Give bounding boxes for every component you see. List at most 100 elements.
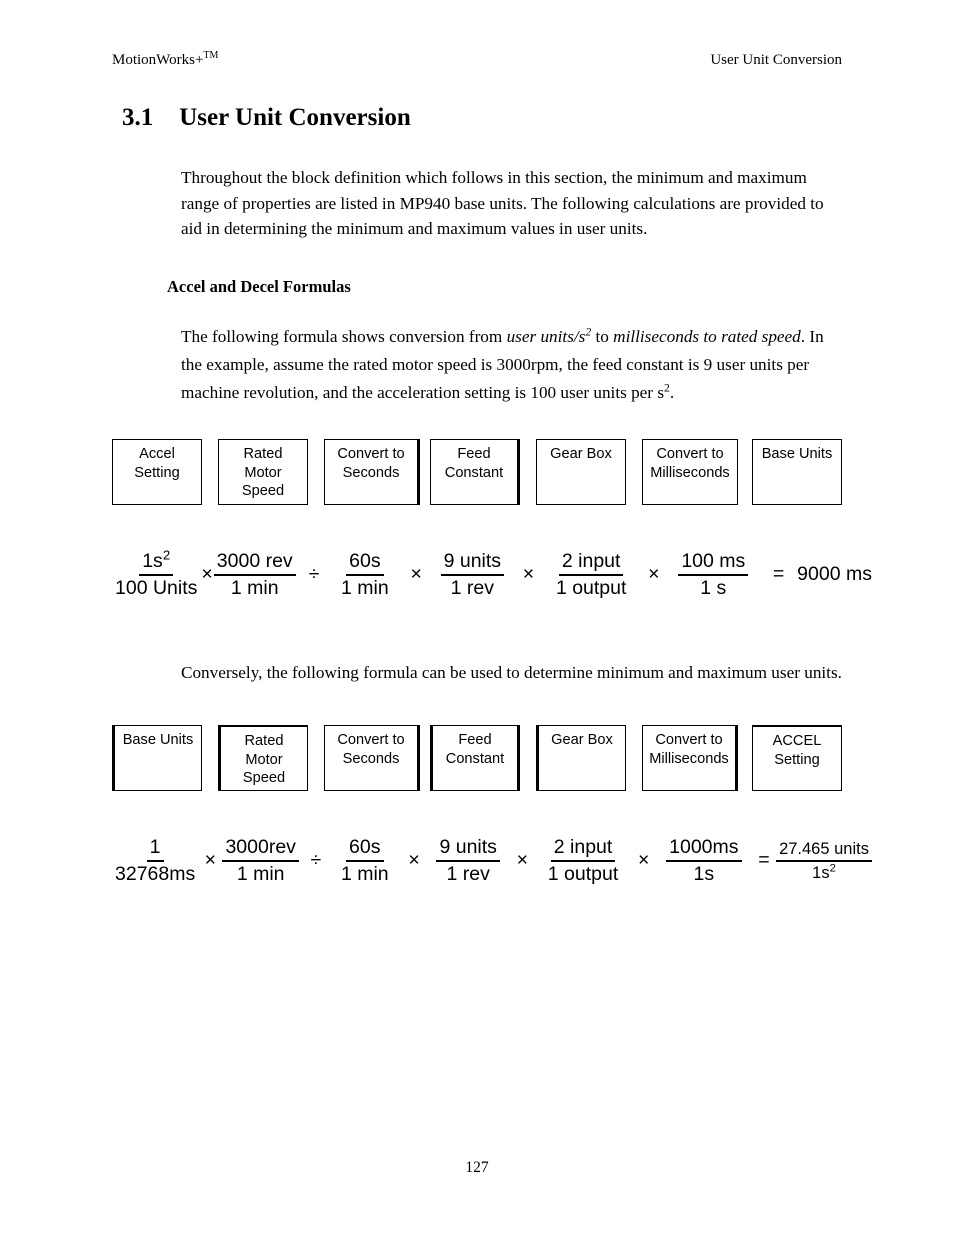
box-line: Setting bbox=[774, 751, 820, 768]
denominator-text: 1s bbox=[812, 864, 830, 882]
diagram-box-rated-motor-speed: Rated Motor Speed bbox=[218, 725, 308, 791]
box-line: Convert to bbox=[655, 732, 723, 748]
fraction-denominator: 1 min bbox=[341, 577, 389, 599]
diagram-box-gear-box: Gear Box bbox=[536, 439, 626, 505]
fraction-denominator: 1 output bbox=[547, 863, 619, 885]
box-line: Milliseconds bbox=[649, 750, 729, 767]
box-line: Motor bbox=[245, 751, 283, 768]
box-line: Speed bbox=[241, 483, 285, 499]
desc-italic-user-units: user units/s bbox=[506, 327, 586, 346]
fraction-convert-to-seconds: 60s 1 min bbox=[338, 836, 392, 886]
denominator-exponent: 2 bbox=[829, 862, 836, 875]
box-line: Seconds bbox=[342, 464, 400, 481]
box-line: Constant bbox=[445, 750, 505, 767]
fraction-numerator: 2 input bbox=[558, 550, 624, 576]
fraction-numerator: 2 input bbox=[550, 836, 616, 862]
diagram-box-rated-motor-speed: Rated Motor Speed bbox=[218, 439, 308, 505]
box-line: Convert to bbox=[337, 732, 405, 748]
box-line: Feed bbox=[457, 446, 491, 462]
diagram-box-base-units: Base Units bbox=[112, 725, 202, 791]
fraction-denominator: 1 rev bbox=[446, 863, 490, 885]
fraction-denominator: 1 rev bbox=[450, 577, 494, 599]
box-line: Speed bbox=[242, 770, 286, 786]
base-units-to-accel-diagram: Base Units Rated Motor Speed Convert to … bbox=[112, 725, 842, 793]
fraction-numerator: 3000rev bbox=[222, 836, 299, 862]
diagram-box-convert-to-milliseconds: Convert to Milliseconds bbox=[642, 725, 738, 791]
box-line: Base Units bbox=[122, 732, 194, 748]
box-line: Base Units bbox=[761, 446, 833, 462]
operator-multiply-2: × bbox=[410, 563, 422, 586]
desc-part-2: to bbox=[591, 327, 614, 346]
header-right-title: User Unit Conversion bbox=[710, 52, 842, 68]
diagram-box-feed-constant: Feed Constant bbox=[430, 725, 520, 791]
fraction-denominator: 1 min bbox=[340, 863, 389, 885]
diagram-box-accel-setting: ACCEL Setting bbox=[752, 725, 842, 791]
fraction-numerator: 60s bbox=[346, 836, 384, 862]
fraction-denominator: 1s bbox=[693, 863, 715, 885]
box-line: Accel bbox=[139, 446, 175, 462]
fraction-numerator: 9 units bbox=[440, 550, 505, 576]
fraction-rated-motor-speed: 3000rev 1 min bbox=[222, 836, 299, 886]
fraction-denominator: 1 min bbox=[236, 863, 285, 885]
diagram-box-feed-constant: Feed Constant bbox=[430, 439, 520, 505]
fraction-numerator: 100 ms bbox=[678, 550, 749, 576]
equals-sign: = bbox=[758, 849, 770, 872]
operator-multiply-1: × bbox=[201, 563, 213, 586]
fraction-numerator: 9 units bbox=[436, 836, 500, 862]
fraction-rated-motor-speed: 3000 rev 1 min bbox=[213, 550, 296, 600]
operator-divide: ÷ bbox=[310, 849, 322, 872]
box-line: Feed bbox=[458, 732, 492, 748]
operator-multiply-2: × bbox=[408, 849, 420, 872]
header-product-name: MotionWorks+ bbox=[112, 52, 204, 68]
fraction-denominator: 1s2 bbox=[809, 862, 839, 883]
accel-decel-formulas-heading: Accel and Decel Formulas bbox=[167, 277, 351, 296]
fraction-numerator: 1000ms bbox=[666, 836, 742, 862]
diagram-box-convert-to-seconds: Convert to Seconds bbox=[324, 725, 420, 791]
fraction-denominator: 1 output bbox=[555, 577, 627, 599]
operator-multiply-4: × bbox=[638, 849, 650, 872]
base-units-to-user-units-formula: 1 32768ms × 3000rev 1 min ÷ 60s 1 min × … bbox=[112, 830, 872, 892]
fraction-gear-box: 2 input 1 output bbox=[553, 550, 629, 600]
conversely-paragraph: Conversely, the following formula can be… bbox=[181, 663, 842, 682]
desc-italic-milliseconds: milliseconds to rated speed bbox=[613, 327, 801, 346]
accel-to-milliseconds-formula: 1s2 100 Units × 3000 rev 1 min ÷ 60s 1 m… bbox=[112, 545, 872, 605]
box-line: Gear Box bbox=[550, 446, 612, 462]
fraction-convert-to-milliseconds: 100 ms 1 s bbox=[678, 550, 749, 600]
trademark-symbol: TM bbox=[203, 50, 219, 61]
page-number: 127 bbox=[465, 1159, 489, 1176]
box-line: Convert to bbox=[337, 446, 405, 462]
desc-part-1: The following formula shows conversion f… bbox=[181, 327, 507, 346]
fraction-numerator: 3000 rev bbox=[213, 550, 296, 576]
box-line: Convert to bbox=[656, 446, 724, 462]
box-line: Rated bbox=[244, 733, 284, 749]
desc-part-4: . bbox=[669, 383, 675, 402]
diagram-box-accel-setting: Accel Setting bbox=[112, 439, 202, 505]
section-number: 3.1 bbox=[122, 104, 154, 131]
fraction-denominator: 1 min bbox=[230, 577, 279, 599]
fraction-convert-to-milliseconds: 1000ms 1s bbox=[666, 836, 742, 886]
fraction-convert-to-seconds: 60s 1 min bbox=[338, 550, 392, 600]
operator-multiply-3: × bbox=[516, 849, 529, 872]
fraction-accel-setting: 1s2 100 Units bbox=[112, 548, 200, 600]
fraction-numerator: 1s2 bbox=[139, 548, 174, 576]
operator-multiply-1: × bbox=[204, 849, 217, 872]
fraction-numerator: 1 bbox=[146, 836, 164, 862]
operator-multiply-4: × bbox=[648, 563, 660, 586]
fraction-denominator: 100 Units bbox=[115, 577, 198, 599]
box-line: Rated bbox=[243, 446, 283, 462]
fraction-gear-box: 2 input 1 output bbox=[545, 836, 621, 886]
fraction-numerator: 60s bbox=[346, 550, 384, 576]
box-line: Motor bbox=[244, 464, 282, 481]
formula-result: 9000 ms bbox=[797, 563, 872, 586]
formula-description-paragraph: The following formula shows conversion f… bbox=[181, 323, 843, 407]
box-line: Seconds bbox=[342, 750, 400, 767]
box-line: ACCEL bbox=[772, 733, 822, 749]
box-line: Gear Box bbox=[551, 732, 613, 748]
operator-divide: ÷ bbox=[308, 563, 320, 586]
box-line: Constant bbox=[444, 464, 504, 481]
numerator-text: 1s bbox=[142, 550, 163, 572]
accel-to-base-units-diagram: Accel Setting Rated Motor Speed Convert … bbox=[112, 439, 842, 507]
section-title-text: User Unit Conversion bbox=[179, 104, 411, 131]
diagram-box-gear-box: Gear Box bbox=[536, 725, 626, 791]
fraction-numerator: 27.465 units bbox=[776, 839, 872, 862]
